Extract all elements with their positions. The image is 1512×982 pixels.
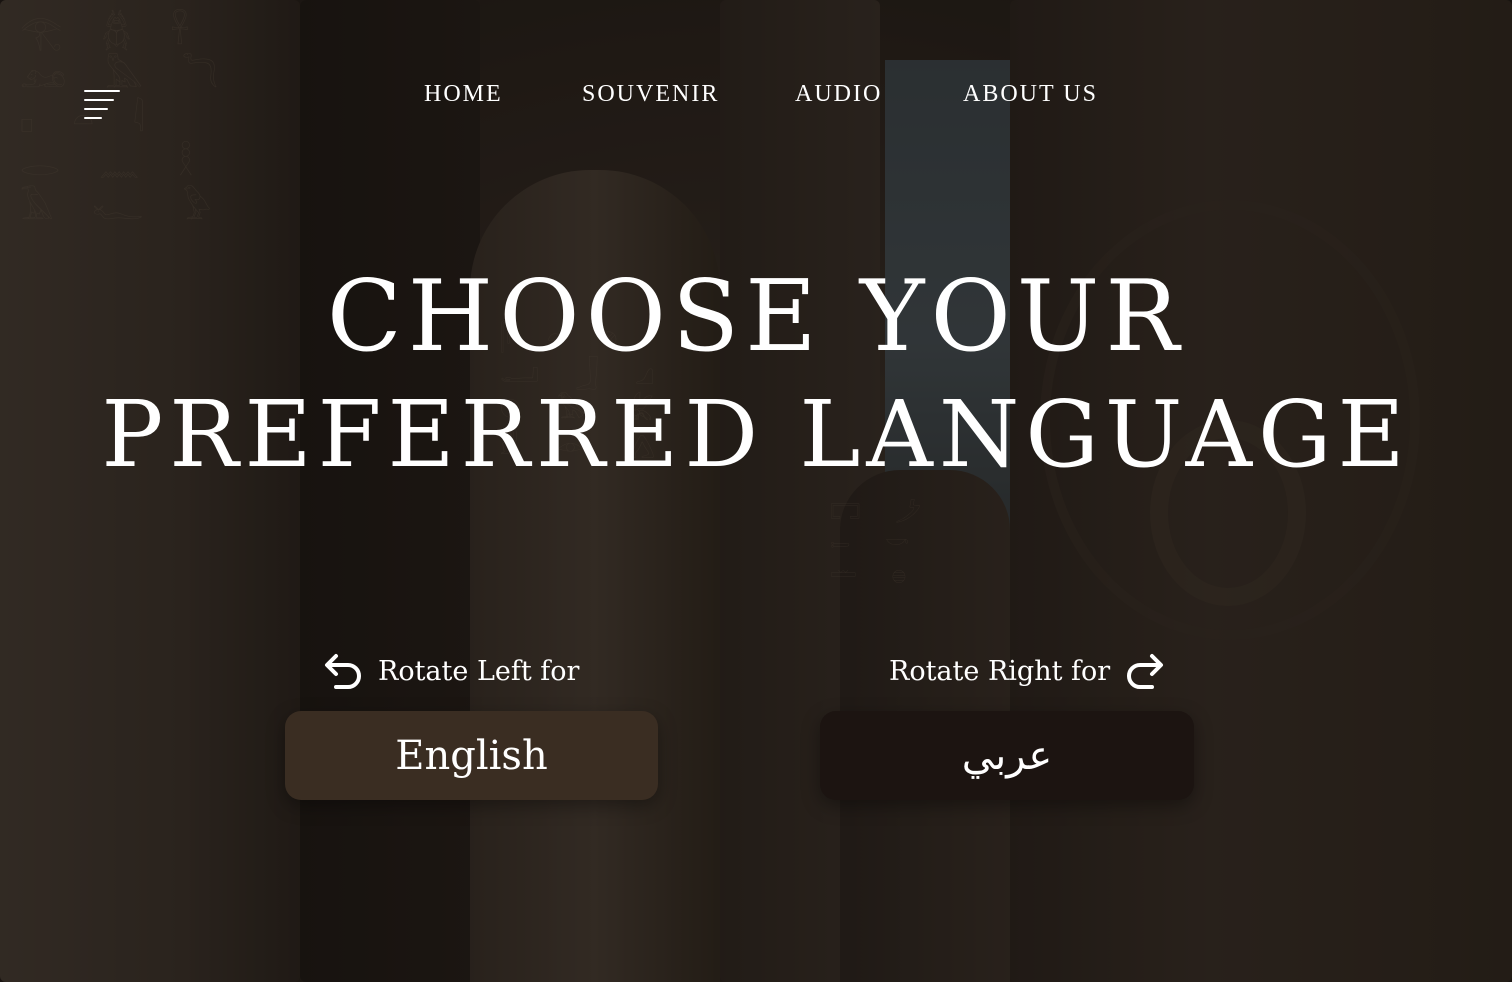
arabic-button-label: عربي — [961, 732, 1053, 779]
nav-audio[interactable]: AUDIO — [795, 78, 882, 110]
english-button[interactable]: English — [285, 711, 658, 800]
rotate-left-prompt: Rotate Left for — [322, 652, 579, 692]
page-title-line-2: PREFERRED LANGUAGE — [101, 381, 1411, 488]
rotate-right-prompt: Rotate Right for — [889, 652, 1166, 692]
english-button-label: English — [395, 732, 548, 779]
rotate-left-icon — [322, 652, 364, 692]
main-nav: HOME SOUVENIR AUDIO ABOUT US — [0, 78, 1512, 110]
rotate-right-icon — [1124, 652, 1166, 692]
arabic-button[interactable]: عربي — [820, 711, 1194, 800]
rotate-left-label: Rotate Left for — [378, 656, 580, 687]
page-title: CHOOSE YOUR PREFERRED LANGUAGE — [0, 258, 1512, 494]
nav-souvenir[interactable]: SOUVENIR — [582, 78, 719, 110]
page-title-line-1: CHOOSE YOUR — [326, 260, 1186, 374]
nav-about-us[interactable]: ABOUT US — [963, 78, 1098, 110]
rotate-right-label: Rotate Right for — [889, 656, 1111, 687]
nav-home[interactable]: HOME — [424, 78, 503, 110]
